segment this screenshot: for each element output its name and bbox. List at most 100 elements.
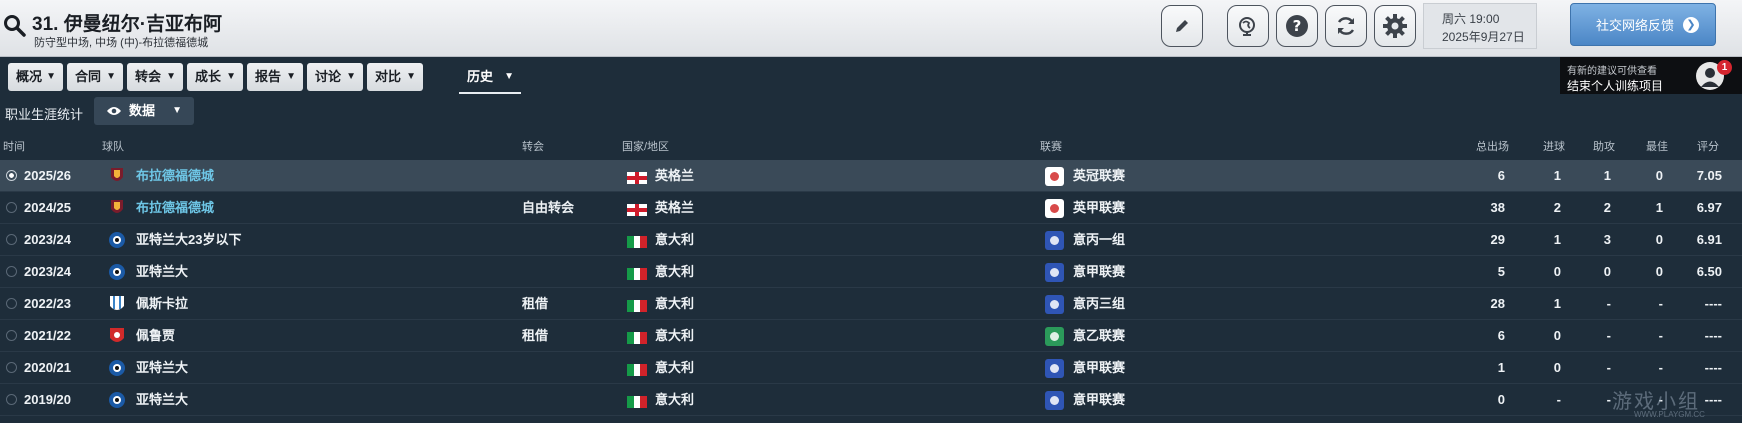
col-header-nation[interactable]: 国家/地区 [622, 138, 669, 154]
pom-cell: 0 [1655, 168, 1663, 183]
league-logo [1045, 199, 1064, 218]
settings-button[interactable] [1374, 5, 1416, 47]
team-link[interactable]: 亚特兰大 [136, 256, 188, 288]
tab-compare[interactable]: 对比 ▼ [367, 63, 423, 91]
col-header-assists[interactable]: 助攻 [1593, 138, 1615, 154]
col-header-rating[interactable]: 评分 [1697, 138, 1719, 154]
team-link[interactable]: 佩斯卡拉 [136, 288, 188, 320]
game-date-panel[interactable]: 周六 19:00 2025年9月27日 [1423, 3, 1537, 49]
social-feed-button[interactable]: 社交网络反馈 ❯ [1570, 3, 1716, 46]
nation-flag [627, 331, 647, 344]
team-link[interactable]: 布拉德福德城 [136, 192, 214, 224]
tab-label: 成长 [195, 69, 222, 84]
assists-cell: - [1606, 360, 1611, 375]
col-header-goals[interactable]: 进球 [1543, 138, 1565, 154]
nation-cell[interactable]: 英格兰 [655, 192, 694, 224]
nation-cell[interactable]: 意大利 [655, 288, 694, 320]
tab-overview[interactable]: 概况 ▼ [8, 63, 63, 91]
row-radio[interactable] [6, 234, 17, 245]
row-radio[interactable] [6, 170, 17, 181]
row-radio[interactable] [6, 266, 17, 277]
player-name-title: 31. 伊曼纽尔·吉亚布阿 [32, 14, 223, 35]
atalanta-crest-icon [109, 264, 125, 280]
player-position-subtitle: 防守型中场, 中场 (中)-布拉德福德城 [34, 37, 209, 49]
assists-cell: 1 [1603, 168, 1611, 183]
table-row[interactable]: 2023/24 亚特兰大23岁以下 意大利 意丙一组 29 1 3 0 6.91 [0, 224, 1742, 256]
col-header-league[interactable]: 联赛 [1040, 138, 1062, 154]
col-header-transfer[interactable]: 转会 [522, 138, 544, 154]
league-cell[interactable]: 意丙三组 [1073, 288, 1125, 320]
league-cell[interactable]: 意丙一组 [1073, 224, 1125, 256]
team-link[interactable]: 亚特兰大23岁以下 [136, 224, 241, 256]
edit-button[interactable] [1161, 5, 1203, 47]
row-radio[interactable] [6, 362, 17, 373]
nation-cell[interactable]: 英格兰 [655, 160, 694, 192]
scout-button[interactable] [1227, 5, 1269, 47]
row-radio[interactable] [6, 330, 17, 341]
row-radio[interactable] [6, 202, 17, 213]
section-title: 职业生涯统计 [5, 107, 84, 122]
nation-cell[interactable]: 意大利 [655, 320, 694, 352]
team-link[interactable]: 布拉德福德城 [136, 160, 214, 192]
refresh-button[interactable] [1325, 5, 1367, 47]
table-row[interactable]: 2023/24 亚特兰大 意大利 意甲联赛 5 0 0 0 6.50 [0, 256, 1742, 288]
tab-label: 报告 [255, 69, 282, 84]
nation-cell[interactable]: 意大利 [655, 352, 694, 384]
col-header-team[interactable]: 球队 [102, 138, 124, 154]
table-row[interactable]: 2025/26 布拉德福德城 英格兰 英冠联赛 6 1 1 0 7.05 [0, 160, 1742, 192]
help-button[interactable]: ? [1276, 5, 1318, 47]
team-link[interactable]: 亚特兰大 [136, 352, 188, 384]
tab-development[interactable]: 成长 ▼ [187, 63, 243, 91]
england-flag-icon [627, 172, 647, 184]
league-cell[interactable]: 意乙联赛 [1073, 320, 1125, 352]
tab-history[interactable]: 历史 ▼ [459, 63, 521, 94]
rating-cell: ---- [1704, 296, 1722, 311]
league-logo-icon [1045, 263, 1064, 282]
italy-flag-icon [627, 332, 647, 344]
col-header-time[interactable]: 时间 [3, 138, 25, 154]
refresh-icon [1337, 17, 1355, 35]
league-cell[interactable]: 英甲联赛 [1073, 192, 1125, 224]
tab-reports[interactable]: 报告 ▼ [247, 63, 303, 91]
table-row[interactable]: 2024/25 布拉德福德城 自由转会 英格兰 英甲联赛 38 2 2 1 6.97 [0, 192, 1742, 224]
tab-transfer[interactable]: 转会 ▼ [127, 63, 183, 91]
apps-cell: 5 [1497, 264, 1505, 279]
team-crest [108, 326, 126, 346]
league-cell[interactable]: 意甲联赛 [1073, 384, 1125, 416]
season-cell: 2023/24 [24, 232, 71, 247]
nation-flag [627, 299, 647, 312]
team-link[interactable]: 亚特兰大 [136, 384, 188, 416]
row-radio[interactable] [6, 394, 17, 405]
nation-cell[interactable]: 意大利 [655, 224, 694, 256]
goals-cell: 2 [1553, 200, 1561, 215]
chevron-down-icon: ▼ [406, 71, 416, 82]
nation-cell[interactable]: 意大利 [655, 384, 694, 416]
tab-discuss[interactable]: 讨论 ▼ [307, 63, 363, 91]
row-radio[interactable] [6, 298, 17, 309]
nation-cell[interactable]: 意大利 [655, 256, 694, 288]
assists-cell: - [1606, 328, 1611, 343]
col-header-pom[interactable]: 最佳 [1646, 138, 1668, 154]
goals-cell: 1 [1553, 232, 1561, 247]
italy-flag-icon [627, 300, 647, 312]
league-cell[interactable]: 意甲联赛 [1073, 256, 1125, 288]
team-link[interactable]: 佩鲁贾 [136, 320, 175, 352]
league-cell[interactable]: 英冠联赛 [1073, 160, 1125, 192]
league-logo [1045, 391, 1064, 410]
league-logo [1045, 263, 1064, 282]
apps-cell: 6 [1497, 168, 1505, 183]
view-dropdown[interactable]: 数据 ▼ [94, 97, 194, 125]
tab-contract[interactable]: 合同 ▼ [67, 63, 123, 91]
search-icon[interactable] [3, 14, 27, 38]
table-row[interactable]: 2021/22 佩鲁贾 租借 意大利 意乙联赛 6 0- - ---- [0, 320, 1742, 352]
league-logo-icon [1045, 391, 1064, 410]
rating-cell: ---- [1704, 360, 1722, 375]
col-header-apps[interactable]: 总出场 [1476, 138, 1509, 154]
assists-cell: 3 [1603, 232, 1611, 247]
notification-panel[interactable]: 有新的建议可供查看 结束个人训练项目 1 [1560, 57, 1742, 94]
league-cell[interactable]: 意甲联赛 [1073, 352, 1125, 384]
table-row[interactable]: 2019/20 亚特兰大 意大利 意甲联赛 0- - - ---- [0, 384, 1742, 416]
table-row[interactable]: 2020/21 亚特兰大 意大利 意甲联赛 1 0- - ---- [0, 352, 1742, 384]
top-header: 31. 伊曼纽尔·吉亚布阿 防守型中场, 中场 (中)-布拉德福德城 ? 周六 … [0, 0, 1742, 57]
table-row[interactable]: 2022/23 佩斯卡拉 租借 意大利 意丙三组 28 1- - ---- [0, 288, 1742, 320]
